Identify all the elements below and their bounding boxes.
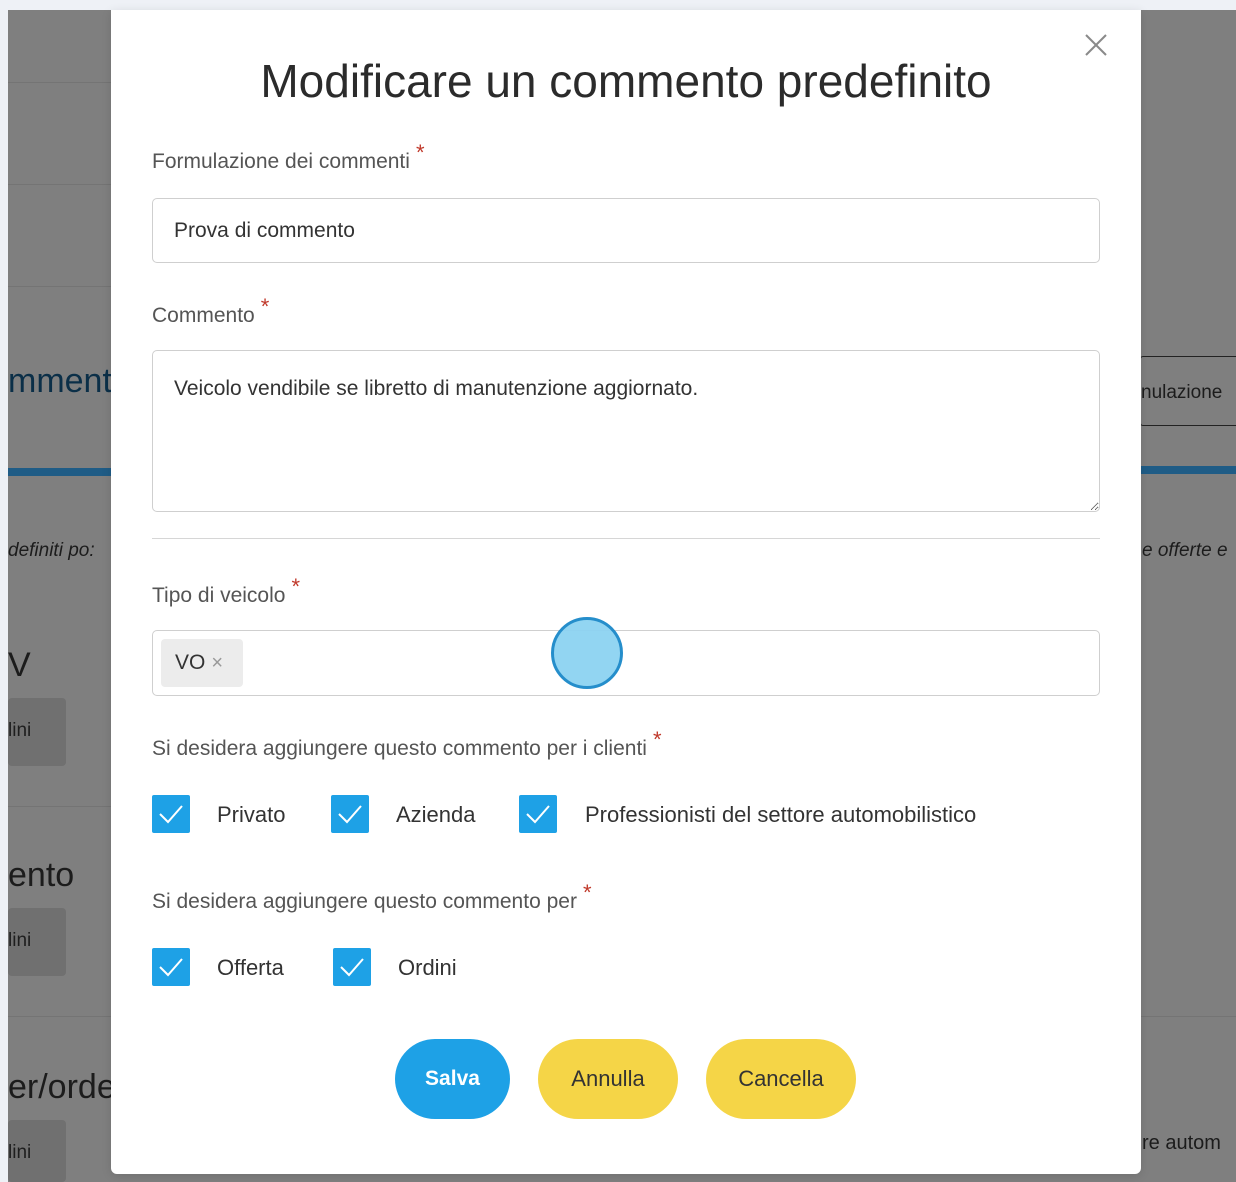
bg-divider [8, 1016, 112, 1017]
commento-label: Commento * [152, 294, 269, 328]
check-icon [340, 958, 364, 977]
checkbox-label-offerta: Offerta [217, 955, 284, 980]
clienti-label: Si desidera aggiungere questo commento p… [152, 727, 662, 761]
required-marker: * [582, 880, 592, 905]
check-icon [159, 958, 183, 977]
bg-pill: lini [8, 908, 66, 976]
checkbox-azienda[interactable] [331, 795, 369, 833]
vehicle-type-select[interactable]: VO × [152, 630, 1100, 696]
bg-pill: lini [8, 698, 66, 766]
bg-section-heading: er/orde [8, 1068, 116, 1106]
checkbox-label-professionisti: Professionisti del settore automobilisti… [585, 802, 977, 827]
commento-textarea[interactable]: Veicolo vendibile se libretto di manuten… [152, 350, 1100, 512]
per-label-text: Si desidera aggiungere questo commento p… [152, 890, 577, 913]
modal-title: Modificare un commento predefinito [260, 55, 992, 107]
vehicle-type-chip: VO × [161, 639, 243, 687]
commento-label-text: Commento [152, 304, 255, 327]
checkbox-professionisti[interactable] [519, 795, 557, 833]
bg-divider [1140, 1016, 1236, 1017]
required-marker: * [652, 727, 662, 752]
bg-tab-indicator [1140, 466, 1236, 474]
required-marker: * [415, 140, 425, 165]
bg-section-heading: V [8, 646, 31, 684]
bg-italic-text: definiti po: [8, 540, 95, 561]
cancella-button[interactable]: Cancella [706, 1039, 856, 1119]
required-marker: * [260, 294, 270, 319]
required-marker: * [291, 574, 301, 599]
bg-section-heading: ento [8, 856, 75, 894]
per-label: Si desidera aggiungere questo commento p… [152, 880, 592, 914]
tipo-label: Tipo di veicolo * [152, 574, 300, 608]
close-icon[interactable] [1083, 32, 1109, 58]
checkbox-privato[interactable] [152, 795, 190, 833]
bg-tab-indicator [8, 468, 112, 476]
formulazione-label: Formulazione dei commenti * [152, 140, 425, 174]
checkbox-label-privato: Privato [217, 802, 286, 827]
chip-remove-icon[interactable]: × [211, 652, 223, 674]
bg-text: re autom [1142, 1132, 1221, 1154]
checkbox-label-azienda: Azienda [396, 802, 476, 827]
edit-comment-modal: Modificare un commento predefinito Formu… [111, 10, 1141, 1174]
clienti-label-text: Si desidera aggiungere questo commento p… [152, 737, 647, 760]
section-divider [152, 538, 1100, 539]
bg-pill: lini [8, 1120, 66, 1182]
formulazione-label-text: Formulazione dei commenti [152, 150, 410, 173]
checkbox-offerta[interactable] [152, 948, 190, 986]
save-button[interactable]: Salva [395, 1039, 510, 1119]
click-indicator [551, 617, 623, 689]
checkbox-ordini[interactable] [333, 948, 371, 986]
check-icon [159, 805, 183, 824]
bg-divider [8, 286, 112, 287]
bg-field: nulazione [1140, 356, 1236, 426]
bg-tab-label: mmenti [8, 362, 120, 400]
checkbox-label-ordini: Ordini [398, 955, 457, 980]
tipo-label-text: Tipo di veicolo [152, 584, 286, 607]
bg-italic-text: e offerte e [1142, 540, 1228, 561]
check-icon [526, 805, 550, 824]
bg-divider [8, 184, 112, 185]
bg-divider [8, 82, 112, 83]
annulla-button[interactable]: Annulla [538, 1039, 678, 1119]
formulazione-input[interactable] [152, 198, 1100, 263]
bg-divider [8, 806, 112, 807]
chip-label: VO [175, 651, 206, 674]
check-icon [338, 805, 362, 824]
